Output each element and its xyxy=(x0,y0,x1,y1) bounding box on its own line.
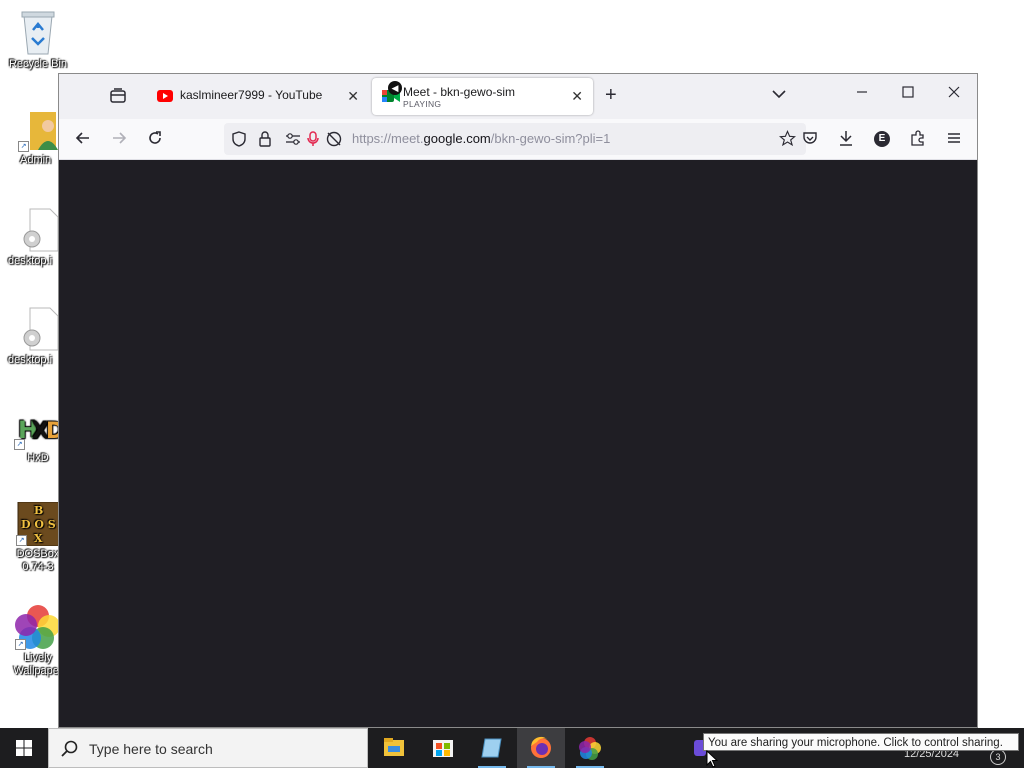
taskbar-notepad[interactable] xyxy=(468,728,516,768)
downloads-icon[interactable] xyxy=(838,130,854,151)
desktop-icon-label: Recycle Bin xyxy=(8,58,68,70)
taskbar-lively-wallpaper[interactable] xyxy=(566,728,614,768)
shortcut-arrow-icon: ↗ xyxy=(15,639,26,650)
extensions-puzzle-icon[interactable] xyxy=(910,130,926,151)
taskbar-file-explorer[interactable] xyxy=(370,728,418,768)
address-bar[interactable]: https://meet.google.com/bkn-gewo-sim?pli… xyxy=(224,123,806,155)
shortcut-arrow-icon: ↗ xyxy=(16,535,27,546)
search-icon xyxy=(61,740,79,761)
microphone-sharing-icon[interactable] xyxy=(307,131,319,150)
maximize-icon[interactable] xyxy=(902,85,914,103)
url-prefix: https://meet. xyxy=(352,131,424,146)
firefox-window[interactable]: kaslmineer7999 - YouTube ✕ ◀ Meet - bkn-… xyxy=(58,73,978,728)
tab-meet[interactable]: ◀ Meet - bkn-gewo-sim PLAYING ✕ xyxy=(372,78,593,115)
hamburger-menu-icon[interactable] xyxy=(946,130,962,151)
recycle-bin-icon xyxy=(18,8,58,56)
svg-text:B: B xyxy=(34,504,43,517)
back-arrow-icon[interactable] xyxy=(75,130,91,151)
file-explorer-icon xyxy=(384,738,404,756)
close-tab-icon[interactable]: ✕ xyxy=(571,88,583,105)
lively-wallpaper-icon xyxy=(579,737,601,760)
youtube-icon xyxy=(157,90,173,105)
url-domain: google.com xyxy=(423,131,491,146)
lively-wallpaper-icon: ↗ xyxy=(15,604,61,650)
permissions-icon[interactable] xyxy=(285,132,301,149)
svg-text:D O S: D O S xyxy=(21,518,56,531)
taskbar-firefox[interactable] xyxy=(517,728,565,768)
url-path: /bkn-gewo-sim?pli=1 xyxy=(490,131,611,146)
firefox-view-icon[interactable] xyxy=(109,87,127,110)
search-placeholder: Type here to search xyxy=(89,741,213,757)
tab-playing-label: PLAYING xyxy=(403,99,442,109)
shortcut-arrow-icon: ↗ xyxy=(18,141,29,152)
lock-icon[interactable] xyxy=(258,131,272,150)
new-tab-icon[interactable]: + xyxy=(605,84,617,107)
svg-text:X: X xyxy=(34,532,43,545)
notepad-icon xyxy=(481,738,502,758)
user-folder-icon: ↗ xyxy=(18,108,58,152)
hxd-icon: H X D ↗ xyxy=(14,410,64,450)
forward-arrow-icon[interactable] xyxy=(111,130,127,151)
desktop-icon-recycle-bin[interactable]: Recycle Bin xyxy=(8,8,68,71)
autoplay-blocked-icon[interactable] xyxy=(326,131,342,150)
close-window-icon[interactable] xyxy=(948,85,960,103)
url-text[interactable]: https://meet.google.com/bkn-gewo-sim?pli… xyxy=(352,131,610,146)
settings-file-icon xyxy=(18,207,59,253)
settings-file-icon xyxy=(18,306,59,352)
tab-bar: kaslmineer7999 - YouTube ✕ ◀ Meet - bkn-… xyxy=(59,74,977,119)
dosbox-icon: B D O S X ↗ xyxy=(16,501,61,547)
tab-title: kaslmineer7999 - YouTube xyxy=(180,88,323,102)
list-all-tabs-icon[interactable] xyxy=(772,86,786,104)
shortcut-arrow-icon: ↗ xyxy=(14,439,25,450)
page-content[interactable] xyxy=(59,160,977,727)
microphone-sharing-tooltip: You are sharing your microphone. Click t… xyxy=(703,733,1019,751)
tab-title: Meet - bkn-gewo-sim xyxy=(403,85,516,99)
navigation-toolbar: https://meet.google.com/bkn-gewo-sim?pli… xyxy=(59,119,977,160)
start-windows-icon[interactable] xyxy=(0,728,48,768)
minimize-icon[interactable] xyxy=(856,85,868,103)
pocket-icon[interactable] xyxy=(802,130,818,151)
store-icon xyxy=(433,740,453,757)
account-avatar[interactable]: E xyxy=(874,131,890,147)
tab-youtube[interactable]: kaslmineer7999 - YouTube ✕ xyxy=(145,78,369,115)
speaker-playing-icon[interactable]: ◀ xyxy=(388,81,402,95)
close-tab-icon[interactable]: ✕ xyxy=(347,88,359,105)
tracking-protection-shield-icon[interactable] xyxy=(231,131,247,150)
reload-icon[interactable] xyxy=(147,130,163,151)
taskbar-microsoft-store[interactable] xyxy=(419,728,467,768)
desktop-icon-label: DOSBox 0.74-3 xyxy=(16,548,60,573)
taskbar-search-box[interactable]: Type here to search xyxy=(48,728,368,768)
bookmark-star-icon[interactable] xyxy=(778,129,797,150)
firefox-icon xyxy=(531,736,551,758)
